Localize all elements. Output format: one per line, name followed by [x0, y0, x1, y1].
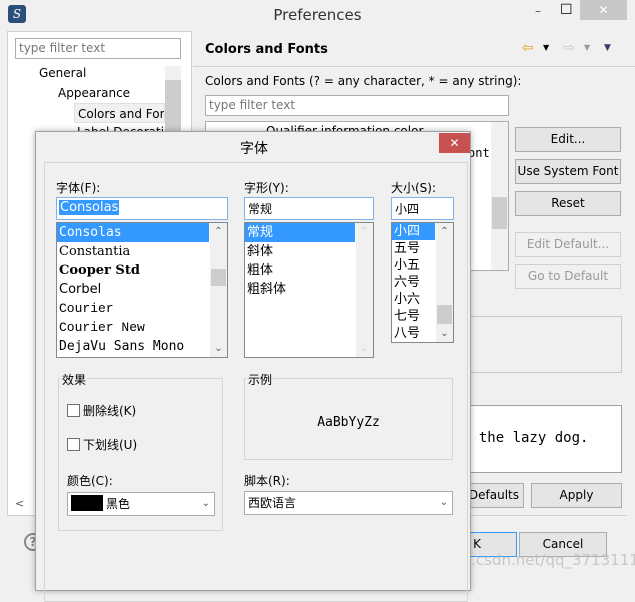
script-select[interactable]: 西欧语言 ⌄ — [244, 491, 453, 515]
description-box — [460, 316, 622, 373]
back-menu-icon[interactable]: ▼ — [543, 43, 549, 52]
filter-label: Colors and Fonts (? = any character, * =… — [205, 74, 522, 88]
list-item[interactable]: DejaVu Sans Mono — [57, 337, 227, 356]
forward-icon[interactable]: ⇨ — [563, 40, 575, 56]
maximize-button[interactable]: ☐ — [560, 2, 580, 18]
font-list-scrollbar[interactable]: ⌃ ⌄ — [210, 223, 227, 357]
font-input[interactable]: Consolas — [56, 197, 228, 220]
size-input[interactable]: 小四 — [391, 197, 454, 220]
script-value: 西欧语言 — [248, 496, 297, 510]
underline-checkbox[interactable]: 下划线(U) — [67, 436, 137, 453]
font-list[interactable]: Consolas Constantia Cooper Std Corbel Co… — [56, 222, 228, 358]
sample-label: 示例 — [247, 371, 274, 388]
script-label: 脚本(R): — [244, 474, 290, 488]
dialog-close-button[interactable]: ✕ — [439, 133, 470, 153]
underline-label: 下划线(U) — [83, 438, 138, 452]
close-button[interactable]: ✕ — [580, 0, 627, 20]
strikeout-checkbox[interactable]: 删除线(K) — [67, 402, 136, 419]
effects-group: 效果 删除线(K) 下划线(U) 颜色(C): 黑色 ⌄ — [58, 371, 223, 531]
font-label: 字体(F): — [56, 181, 101, 195]
edit-button[interactable]: Edit... — [515, 127, 621, 152]
left-filter-input[interactable]: type filter text — [15, 38, 181, 59]
chevron-down-icon: ⌄ — [439, 497, 448, 508]
list-item[interactable]: 粗体 — [245, 261, 373, 280]
go-to-default-button[interactable]: Go to Default — [515, 264, 621, 289]
checkbox-icon — [67, 404, 80, 417]
back-icon[interactable]: ⇦ — [522, 40, 534, 56]
style-list[interactable]: 常规 斜体 粗体 粗斜体 ⌃ ⌄ — [244, 222, 374, 358]
list-item[interactable]: Cooper Std — [57, 261, 227, 280]
list-item[interactable]: Courier — [57, 299, 227, 318]
font-dialog: 字体 ✕ 字体(F): Consolas Consolas Constantia… — [35, 131, 471, 602]
list-item[interactable]: Constantia — [57, 242, 227, 261]
list-item[interactable]: 常规 — [245, 223, 355, 242]
effects-label: 效果 — [61, 371, 88, 388]
sample-group: 示例 AaBbYyZz — [244, 371, 453, 460]
chevron-down-icon: ⌄ — [201, 498, 210, 509]
use-system-font-button[interactable]: Use System Font — [515, 159, 621, 184]
apply-button[interactable]: Apply — [531, 483, 622, 508]
list-item[interactable]: Corbel — [57, 280, 227, 299]
font-input-value: Consolas — [59, 200, 120, 215]
minimize-button[interactable]: – — [535, 4, 555, 18]
color-value: 黑色 — [106, 497, 131, 511]
size-list[interactable]: 小四 五号 小五 六号 小六 七号 八号 ⌃ ⌄ — [391, 222, 454, 343]
list-item[interactable]: Courier New — [57, 318, 227, 337]
list-item[interactable]: 小四 — [392, 223, 435, 240]
list-item[interactable]: 斜体 — [245, 242, 373, 261]
list-item[interactable]: Consolas — [57, 223, 209, 242]
style-input[interactable]: 常规 — [244, 197, 374, 220]
style-label: 字形(Y): — [244, 181, 289, 195]
color-select[interactable]: 黑色 ⌄ — [67, 492, 215, 516]
scroll-left-icon[interactable]: < — [15, 497, 24, 510]
forward-menu-icon[interactable]: ▼ — [584, 43, 590, 52]
right-filter-input[interactable]: type filter text — [205, 95, 509, 116]
strikeout-label: 删除线(K) — [83, 404, 137, 418]
color-swatch — [71, 495, 103, 511]
preview-text: r the lazy dog. — [462, 430, 589, 446]
list-item[interactable]: 粗斜体 — [245, 280, 373, 299]
page-title: Colors and Fonts — [205, 42, 328, 57]
sample-text: AaBbYyZz — [317, 415, 380, 430]
edit-default-button[interactable]: Edit Default... — [515, 232, 621, 257]
tree-item-general[interactable]: General — [39, 66, 86, 80]
dialog-title: 字体 — [240, 141, 268, 157]
tree-item-colors-and-fonts[interactable]: Colors and For — [74, 103, 165, 123]
tree-item-appearance[interactable]: Appearance — [58, 86, 130, 100]
size-list-scrollbar[interactable]: ⌃ ⌄ — [436, 223, 453, 342]
size-label: 大小(S): — [391, 181, 437, 195]
divider — [193, 66, 635, 67]
checkbox-icon — [67, 438, 80, 451]
view-menu-icon[interactable]: ▼ — [604, 43, 611, 53]
style-list-scrollbar[interactable]: ⌃ ⌄ — [356, 223, 373, 357]
reset-button[interactable]: Reset — [515, 191, 621, 216]
color-label: 颜色(C): — [67, 474, 113, 488]
